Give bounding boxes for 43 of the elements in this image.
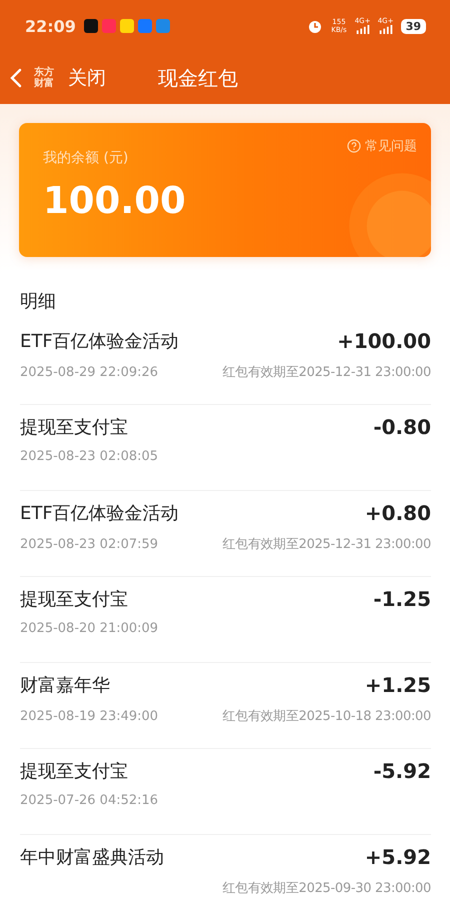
section-title: 明细	[19, 290, 57, 314]
app-notification-icon	[156, 19, 170, 33]
record-time: 2025-08-23 02:07:59	[20, 536, 158, 552]
status-time: 22:09	[25, 16, 76, 36]
close-link[interactable]: 关闭	[68, 65, 106, 91]
record-time: 2025-08-29 22:09:26	[20, 364, 158, 380]
app-notification-icon	[138, 19, 152, 33]
alarm-icon	[307, 18, 324, 34]
record-time: 2025-07-26 04:52:16	[20, 793, 158, 808]
balance-label: 我的余额 (元)	[43, 149, 128, 167]
record-time: 2025-08-23 02:08:05	[20, 449, 158, 464]
record-title: 提现至支付宝	[20, 588, 128, 611]
expiry-note: 红包有效期至2025-12-31 23:00:00	[222, 536, 431, 553]
record-title: 财富嘉年华	[20, 674, 110, 697]
record-title: 提现至支付宝	[20, 416, 128, 439]
record-time: 2025-08-20 21:00:09	[20, 621, 158, 636]
app-notification-icon	[120, 19, 134, 33]
record-time: 2025-08-19 23:49:00	[20, 708, 158, 724]
record-amount: -1.25	[373, 587, 431, 611]
record-amount: +5.92	[364, 845, 431, 869]
record-amount: +1.25	[364, 673, 431, 697]
app-logo: 东方 财富	[34, 67, 54, 89]
expiry-note: 红包有效期至2025-09-30 23:00:00	[222, 880, 431, 897]
expiry-note: 红包有效期至2025-12-31 23:00:00	[222, 364, 431, 381]
record-amount: +100.00	[337, 329, 431, 353]
back-icon[interactable]	[10, 68, 22, 88]
expiry-note: 红包有效期至2025-10-18 23:00:00	[222, 708, 431, 725]
record-amount: -0.80	[373, 415, 431, 439]
record-amount: +0.80	[364, 501, 431, 525]
record-title: 年中财富盛典活动	[20, 846, 164, 869]
balance-amount: 100.00	[43, 179, 187, 222]
record-title: ETF百亿体验金活动	[20, 330, 179, 353]
signal-icon	[354, 25, 371, 34]
faq-link[interactable]: 常见问题	[347, 137, 417, 155]
app-notification-icon	[84, 19, 98, 33]
record-amount: -5.92	[373, 759, 431, 783]
page-title: 现金红包	[158, 64, 238, 92]
battery-indicator: 39	[400, 18, 426, 34]
record-title: 提现至支付宝	[20, 760, 128, 783]
help-icon	[347, 139, 361, 153]
record-title: ETF百亿体验金活动	[20, 502, 179, 525]
signal-icon	[378, 25, 394, 34]
app-notification-icon	[102, 19, 116, 33]
